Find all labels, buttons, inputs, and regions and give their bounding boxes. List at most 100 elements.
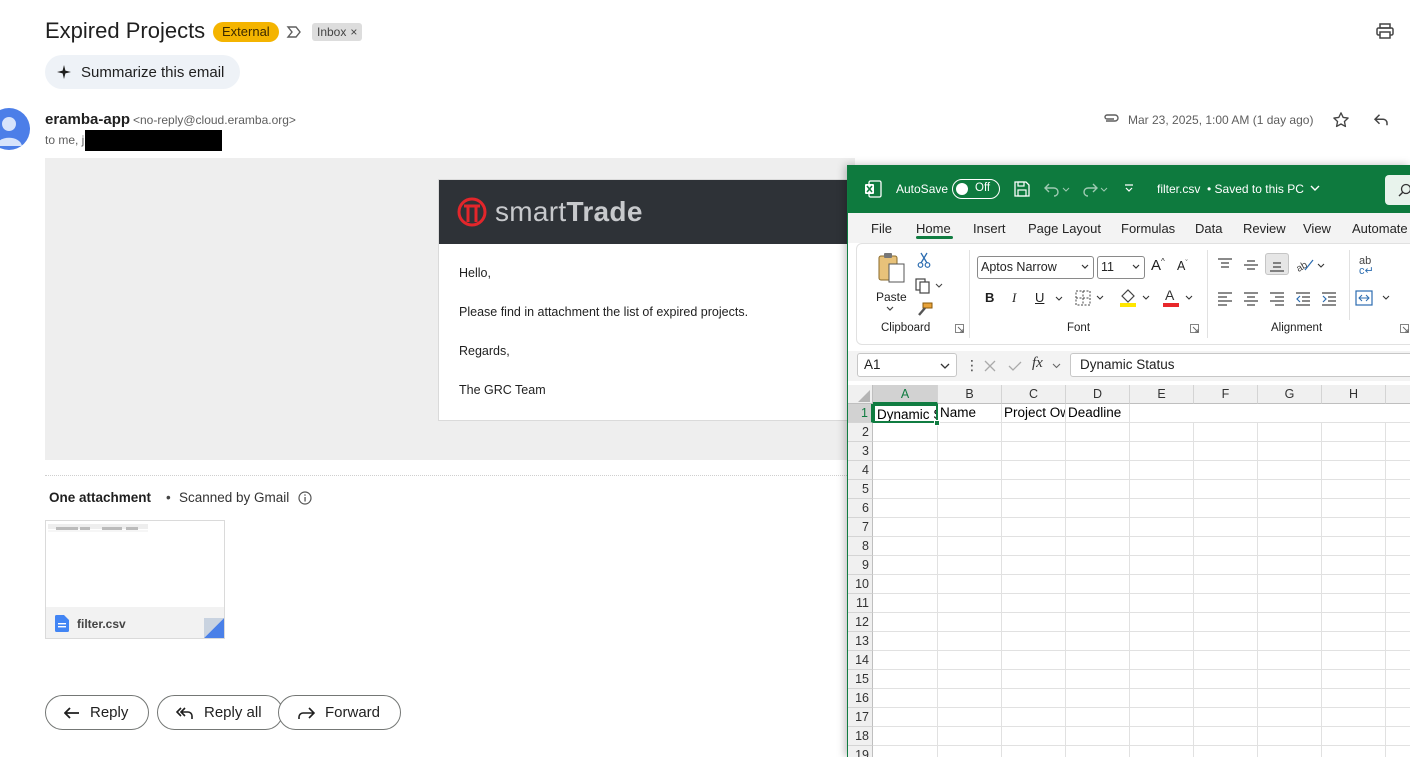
grid-cell[interactable]	[938, 518, 1002, 537]
grid-cell[interactable]	[873, 423, 938, 442]
decrease-font-size-button[interactable]: Aˇ	[1177, 259, 1188, 273]
row-header[interactable]: 9	[848, 556, 873, 575]
decrease-indent-icon[interactable]	[1295, 292, 1311, 306]
grid-cell[interactable]	[1002, 499, 1066, 518]
grid-cell[interactable]	[1002, 594, 1066, 613]
grid-cell[interactable]	[873, 442, 938, 461]
grid-cell[interactable]	[938, 537, 1002, 556]
grid-cell[interactable]	[1386, 423, 1410, 442]
grid-cell[interactable]	[1322, 727, 1386, 746]
font-size-dropdown-icon[interactable]	[1132, 264, 1140, 270]
grid-cell[interactable]	[1386, 518, 1410, 537]
grid-cell[interactable]	[1386, 670, 1410, 689]
grid-cell[interactable]	[1130, 404, 1410, 423]
grid-cell[interactable]	[1322, 461, 1386, 480]
grid-cell[interactable]	[1002, 651, 1066, 670]
grid-cell[interactable]	[1130, 442, 1194, 461]
grid-cell[interactable]	[1322, 518, 1386, 537]
grid-cell[interactable]	[873, 651, 938, 670]
grid-cell[interactable]	[1002, 689, 1066, 708]
print-icon[interactable]	[1376, 23, 1394, 39]
grid-cell[interactable]	[1194, 689, 1258, 708]
row-header[interactable]: 18	[848, 727, 873, 746]
grid-cell[interactable]	[1194, 708, 1258, 727]
reply-button[interactable]: Reply	[45, 695, 150, 730]
grid-cell[interactable]	[1386, 727, 1410, 746]
grid-cell[interactable]	[1002, 537, 1066, 556]
row-header[interactable]: 2	[848, 423, 873, 442]
grid-cell[interactable]	[1322, 746, 1386, 757]
grid-cell[interactable]	[1194, 556, 1258, 575]
fill-color-icon[interactable]	[1119, 288, 1153, 308]
font-name-box[interactable]: Aptos Narrow	[977, 256, 1094, 279]
grid-cell[interactable]	[1066, 461, 1130, 480]
row-header[interactable]: 19	[848, 746, 873, 757]
grid-cell[interactable]	[1322, 670, 1386, 689]
reply-icon[interactable]	[1372, 111, 1390, 129]
cell-b1[interactable]: Name	[938, 404, 1002, 423]
format-painter-icon[interactable]	[915, 302, 933, 318]
row-header[interactable]: 15	[848, 670, 873, 689]
grid-cell[interactable]	[938, 689, 1002, 708]
cell-a1[interactable]: Dynamic Status	[873, 404, 938, 423]
row-header[interactable]: 3	[848, 442, 873, 461]
star-icon[interactable]	[1332, 111, 1350, 129]
grid-cell[interactable]	[1002, 746, 1066, 757]
grid-cell[interactable]	[1258, 708, 1322, 727]
grid-cell[interactable]	[1258, 423, 1322, 442]
formula-dropdown-icon[interactable]	[1052, 363, 1061, 369]
grid-cell[interactable]	[1002, 480, 1066, 499]
grid-cell[interactable]	[1258, 499, 1322, 518]
grid-cell[interactable]	[1322, 613, 1386, 632]
grid-cell[interactable]	[938, 480, 1002, 499]
copy-icon[interactable]	[915, 278, 943, 294]
grid-cell[interactable]	[1066, 632, 1130, 651]
underline-button[interactable]: U	[1035, 290, 1044, 305]
grid-cell[interactable]	[873, 594, 938, 613]
row-header[interactable]: 17	[848, 708, 873, 727]
grid-cell[interactable]	[1066, 499, 1130, 518]
grid-cell[interactable]	[1066, 670, 1130, 689]
grid-cell[interactable]	[1322, 499, 1386, 518]
grid-cell[interactable]	[1130, 423, 1194, 442]
align-top-icon[interactable]	[1217, 258, 1233, 272]
grid-cell[interactable]	[1002, 423, 1066, 442]
remove-label-icon[interactable]: ×	[350, 25, 357, 39]
grid-cell[interactable]	[1322, 537, 1386, 556]
grid-cell[interactable]	[1258, 461, 1322, 480]
grid-cell[interactable]	[1002, 442, 1066, 461]
grid-cell[interactable]	[1194, 461, 1258, 480]
recipients-line[interactable]: to me, j	[45, 133, 84, 147]
italic-button[interactable]: I	[1012, 290, 1016, 306]
grid-cell[interactable]	[938, 594, 1002, 613]
grid-cell[interactable]	[873, 556, 938, 575]
grid-cell[interactable]	[1386, 708, 1410, 727]
grid-cell[interactable]	[938, 708, 1002, 727]
forward-button[interactable]: Forward	[278, 695, 402, 730]
grid-cell[interactable]	[873, 537, 938, 556]
save-icon[interactable]	[1014, 181, 1030, 197]
grid-cell[interactable]	[1258, 746, 1322, 757]
undo-icon[interactable]	[1044, 181, 1070, 197]
grid-cell[interactable]	[1322, 708, 1386, 727]
grid-cell[interactable]	[1130, 727, 1194, 746]
grid-cell[interactable]	[873, 461, 938, 480]
customize-toolbar-icon[interactable]	[1124, 184, 1134, 194]
alignment-launcher-icon[interactable]	[1400, 324, 1409, 333]
grid-cell[interactable]	[1066, 442, 1130, 461]
grid-cell[interactable]	[938, 727, 1002, 746]
row-header[interactable]: 5	[848, 480, 873, 499]
grid-cell[interactable]	[1066, 746, 1130, 757]
grid-cell[interactable]	[1194, 613, 1258, 632]
row-header[interactable]: 8	[848, 537, 873, 556]
grid-cell[interactable]	[1066, 480, 1130, 499]
grid-cell[interactable]	[1130, 594, 1194, 613]
increase-indent-icon[interactable]	[1321, 292, 1337, 306]
insert-function-button[interactable]: fx	[1032, 355, 1043, 372]
column-header[interactable]: E	[1130, 385, 1194, 404]
font-launcher-icon[interactable]	[1190, 324, 1199, 333]
grid-cell[interactable]	[1386, 651, 1410, 670]
grid-cell[interactable]	[1130, 651, 1194, 670]
grid-cell[interactable]	[1066, 518, 1130, 537]
borders-icon[interactable]	[1075, 290, 1105, 306]
